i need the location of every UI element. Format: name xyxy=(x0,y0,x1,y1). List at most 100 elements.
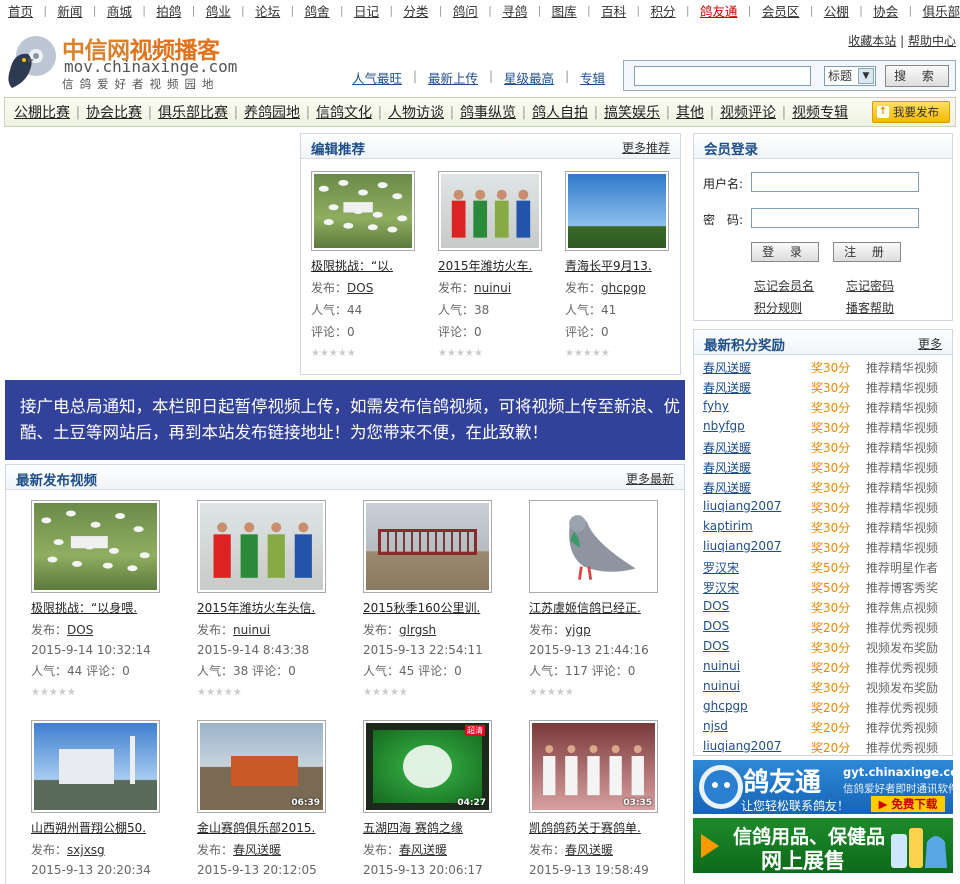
points-user-link[interactable]: fyhy xyxy=(703,399,729,413)
category-link[interactable]: 鸽事纵览 xyxy=(460,102,516,122)
search-type-select[interactable]: 标题 ▼ xyxy=(824,66,876,86)
points-user-link[interactable]: 春风送暖 xyxy=(703,379,751,396)
publisher-link[interactable]: 春风送暖 xyxy=(399,843,447,857)
video-thumbnail[interactable] xyxy=(31,720,160,813)
video-thumbnail[interactable]: 06:39 xyxy=(197,720,326,813)
publisher-link[interactable]: DOS xyxy=(347,281,373,295)
category-link[interactable]: 其他 xyxy=(676,102,704,122)
search-button[interactable]: 搜 索 xyxy=(885,65,949,87)
top-nav-item[interactable]: 百科 xyxy=(601,1,626,20)
category-link[interactable]: 鸽人自拍 xyxy=(532,102,588,122)
points-user-link[interactable]: nuinui xyxy=(703,659,740,673)
header-sort-link[interactable]: 专辑 xyxy=(580,68,605,87)
publisher-link[interactable]: 春风送暖 xyxy=(565,843,613,857)
publisher-link[interactable]: nuinui xyxy=(233,623,270,637)
top-nav-item[interactable]: 新闻 xyxy=(57,1,82,20)
top-nav-item[interactable]: 会员区 xyxy=(762,1,800,20)
video-thumbnail[interactable] xyxy=(529,500,658,593)
top-nav-item[interactable]: 首页 xyxy=(8,1,33,20)
video-thumbnail[interactable] xyxy=(197,500,326,593)
video-title-link[interactable]: 2015秋季160公里训. xyxy=(363,599,503,616)
top-nav-item[interactable]: 俱乐部 xyxy=(923,1,960,20)
category-link[interactable]: 协会比赛 xyxy=(86,102,142,122)
publisher-link[interactable]: nuinui xyxy=(474,281,511,295)
video-thumbnail[interactable] xyxy=(438,171,542,251)
top-nav-item[interactable]: 鸽问 xyxy=(453,1,478,20)
category-link[interactable]: 视频专辑 xyxy=(792,102,848,122)
forgot-username-link[interactable]: 忘记会员名 xyxy=(754,277,814,294)
points-rules-link[interactable]: 积分规则 xyxy=(754,299,802,316)
video-title-link[interactable]: 凯鸽鸽药关于赛鸽单. xyxy=(529,819,669,836)
points-user-link[interactable]: 罗汉宋 xyxy=(703,579,739,596)
points-more-link[interactable]: 更多 xyxy=(918,335,942,352)
supplies-ad-banner[interactable]: 信鸽用品、保健品 网上展售 xyxy=(693,818,953,873)
points-user-link[interactable]: ghcpgp xyxy=(703,699,748,713)
top-nav-item[interactable]: 积分 xyxy=(650,1,675,20)
publisher-link[interactable]: DOS xyxy=(67,623,93,637)
header-sort-link[interactable]: 人气最旺 xyxy=(352,68,402,87)
category-link[interactable]: 人物访谈 xyxy=(388,102,444,122)
password-field[interactable] xyxy=(751,208,919,228)
points-user-link[interactable]: 春风送暖 xyxy=(703,359,751,376)
editor-pick-more-link[interactable]: 更多推荐 xyxy=(622,139,670,156)
top-nav-item[interactable]: 日记 xyxy=(354,1,379,20)
points-user-link[interactable]: DOS xyxy=(703,639,729,653)
top-nav-item[interactable]: 拍鸽 xyxy=(156,1,181,20)
search-input[interactable] xyxy=(634,66,811,86)
publisher-link[interactable]: 春风送暖 xyxy=(233,843,281,857)
video-thumbnail[interactable] xyxy=(565,171,669,251)
register-button[interactable]: 注 册 xyxy=(833,242,901,262)
video-title-link[interactable]: 山西朔州晋翔公棚50. xyxy=(31,819,171,836)
points-user-link[interactable]: liuqiang2007 xyxy=(703,739,781,753)
video-title-link[interactable]: 金山赛鸽俱乐部2015. xyxy=(197,819,337,836)
video-title-link[interactable]: 2015年潍坊火车头信. xyxy=(197,599,337,616)
points-user-link[interactable]: kaptirim xyxy=(703,519,753,533)
category-link[interactable]: 视频评论 xyxy=(720,102,776,122)
video-title-link[interactable]: 极限挑战：“以. xyxy=(311,257,451,274)
points-user-link[interactable]: 春风送暖 xyxy=(703,439,751,456)
publisher-link[interactable]: yjgp xyxy=(565,623,591,637)
points-user-link[interactable]: DOS xyxy=(703,599,729,613)
video-title-link[interactable]: 2015年潍坊火车. xyxy=(438,257,578,274)
points-user-link[interactable]: 春风送暖 xyxy=(703,459,751,476)
video-title-link[interactable]: 极限挑战：“以身喂. xyxy=(31,599,171,616)
points-user-link[interactable]: DOS xyxy=(703,619,729,633)
header-sort-link[interactable]: 最新上传 xyxy=(428,68,478,87)
top-nav-item[interactable]: 图库 xyxy=(552,1,577,20)
top-nav-item[interactable]: 寻鸽 xyxy=(502,1,527,20)
blog-help-link[interactable]: 播客帮助 xyxy=(846,299,894,316)
top-nav-item[interactable]: 公棚 xyxy=(824,1,849,20)
points-user-link[interactable]: nbyfgp xyxy=(703,419,745,433)
category-link[interactable]: 公棚比赛 xyxy=(14,102,70,122)
video-thumbnail[interactable] xyxy=(363,500,492,593)
points-user-link[interactable]: liuqiang2007 xyxy=(703,539,781,553)
video-thumbnail[interactable] xyxy=(31,500,160,593)
help-center-link[interactable]: 帮助中心 xyxy=(908,34,956,48)
points-user-link[interactable]: liuqiang2007 xyxy=(703,499,781,513)
header-sort-link[interactable]: 星级最高 xyxy=(504,68,554,87)
points-user-link[interactable]: njsd xyxy=(703,719,728,733)
publish-button[interactable]: ↑ 我要发布 xyxy=(872,101,950,123)
points-user-link[interactable]: nuinui xyxy=(703,679,740,693)
favorite-link[interactable]: 收藏本站 xyxy=(848,34,896,48)
category-link[interactable]: 信鸽文化 xyxy=(316,102,372,122)
video-title-link[interactable]: 五湖四海 赛鸽之缘 xyxy=(363,819,503,836)
top-nav-item[interactable]: 论坛 xyxy=(255,1,280,20)
video-title-link[interactable]: 青海长平9月13. xyxy=(565,257,705,274)
video-title-link[interactable]: 江苏虞姬信鸽已经正. xyxy=(529,599,669,616)
points-user-link[interactable]: 罗汉宋 xyxy=(703,559,739,576)
gyt-ad-banner[interactable]: 鸽友通 gyt.chinaxinge.com 信鸽爱好者即时通讯软件 让您轻松联… xyxy=(693,760,953,814)
forgot-password-link[interactable]: 忘记密码 xyxy=(846,277,894,294)
free-download-button[interactable]: ▶ 免费下载 xyxy=(871,796,945,812)
username-field[interactable] xyxy=(751,172,919,192)
site-logo[interactable]: 中信网视频播客 mov.chinaxinge.com 信鸽爱好者视频园地 xyxy=(4,28,244,94)
publisher-link[interactable]: glrgsh xyxy=(399,623,436,637)
top-nav-item[interactable]: 鸽友通 xyxy=(700,1,738,20)
points-user-link[interactable]: 春风送暖 xyxy=(703,479,751,496)
top-nav-item[interactable]: 分类 xyxy=(403,1,428,20)
login-button[interactable]: 登 录 xyxy=(751,242,819,262)
top-nav-item[interactable]: 鸽业 xyxy=(206,1,231,20)
category-link[interactable]: 搞笑娱乐 xyxy=(604,102,660,122)
top-nav-item[interactable]: 鸽舍 xyxy=(305,1,330,20)
category-link[interactable]: 俱乐部比赛 xyxy=(158,102,228,122)
